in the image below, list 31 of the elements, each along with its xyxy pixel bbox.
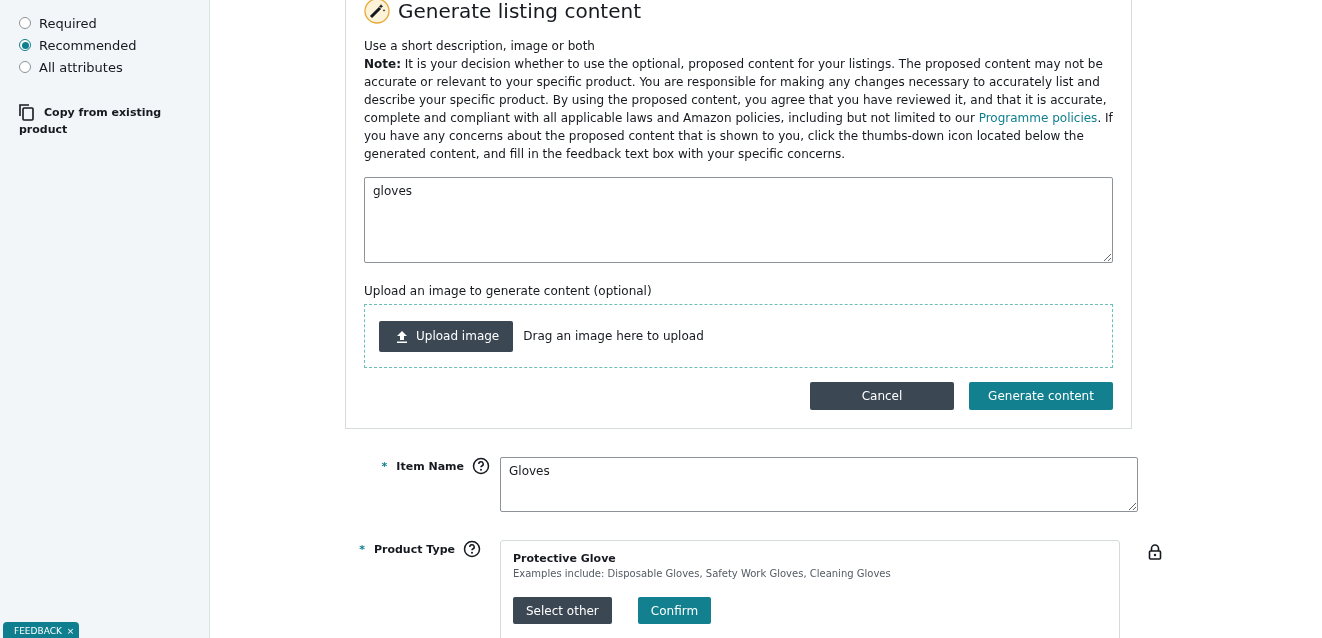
lock-icon (1148, 544, 1162, 560)
copy-link[interactable]: Copy from existing product (19, 104, 169, 138)
radio-option[interactable]: Required (19, 12, 209, 34)
upload-icon (396, 329, 408, 343)
product-type-examples: Examples include: Disposable Gloves, Safety Work Gloves, Cleaning Gloves (513, 568, 892, 579)
confirm-button[interactable]: Confirm (637, 597, 712, 624)
upload-button[interactable]: Upload image (379, 320, 514, 352)
feedback-tab[interactable]: FEEDBACK × (3, 622, 80, 638)
field-label: Item Name (396, 460, 464, 473)
cancel-button[interactable]: Cancel (810, 382, 954, 410)
field-label: Product Type (373, 543, 455, 556)
upload-label: Upload an image to generate content (optional) (364, 284, 653, 298)
radio-option[interactable]: All attributes (19, 56, 209, 78)
required-mark: * (359, 543, 365, 556)
drop-zone[interactable]: Upload image Drag an image here to upload (364, 304, 1113, 368)
radio-option[interactable]: Recommended (19, 34, 209, 56)
panel-subtitle: Use a short description, image or both (364, 38, 596, 55)
select-other-button[interactable]: Select other (513, 597, 612, 624)
required-mark: * (381, 460, 388, 473)
description-field[interactable]: gloves (364, 177, 1113, 263)
close-icon[interactable]: × (66, 626, 75, 636)
product-type-name: Protective Glove (513, 552, 617, 565)
generate-button[interactable]: Generate content (969, 382, 1113, 410)
help-icon[interactable] (472, 457, 490, 475)
item-name-field[interactable]: Gloves (500, 457, 1138, 512)
magic-wand-icon (364, 0, 390, 24)
drop-hint: Drag an image here to upload (523, 329, 704, 343)
help-icon[interactable] (463, 540, 481, 558)
copy-icon (19, 104, 35, 121)
note-text: Note: It is your decision whether to use the optional, proposed content for your listings. The proposed content may not be accurate or relevant to your specific product. You are responsible for making any changes necessary to accurately list and describe your specific product. By using the proposed content, you agree that you have reviewed it, and that it is accurate, complete and compliant with all applicable laws and Amazon policies, including but not limited to our Programme policies. If you have any concerns about the proposed content that is shown to you, click the thumbs-down icon located below the generated content, and fill in the feedback text box with your specific concerns. (364, 56, 1113, 163)
panel-title: Generate listing content (398, 0, 641, 23)
